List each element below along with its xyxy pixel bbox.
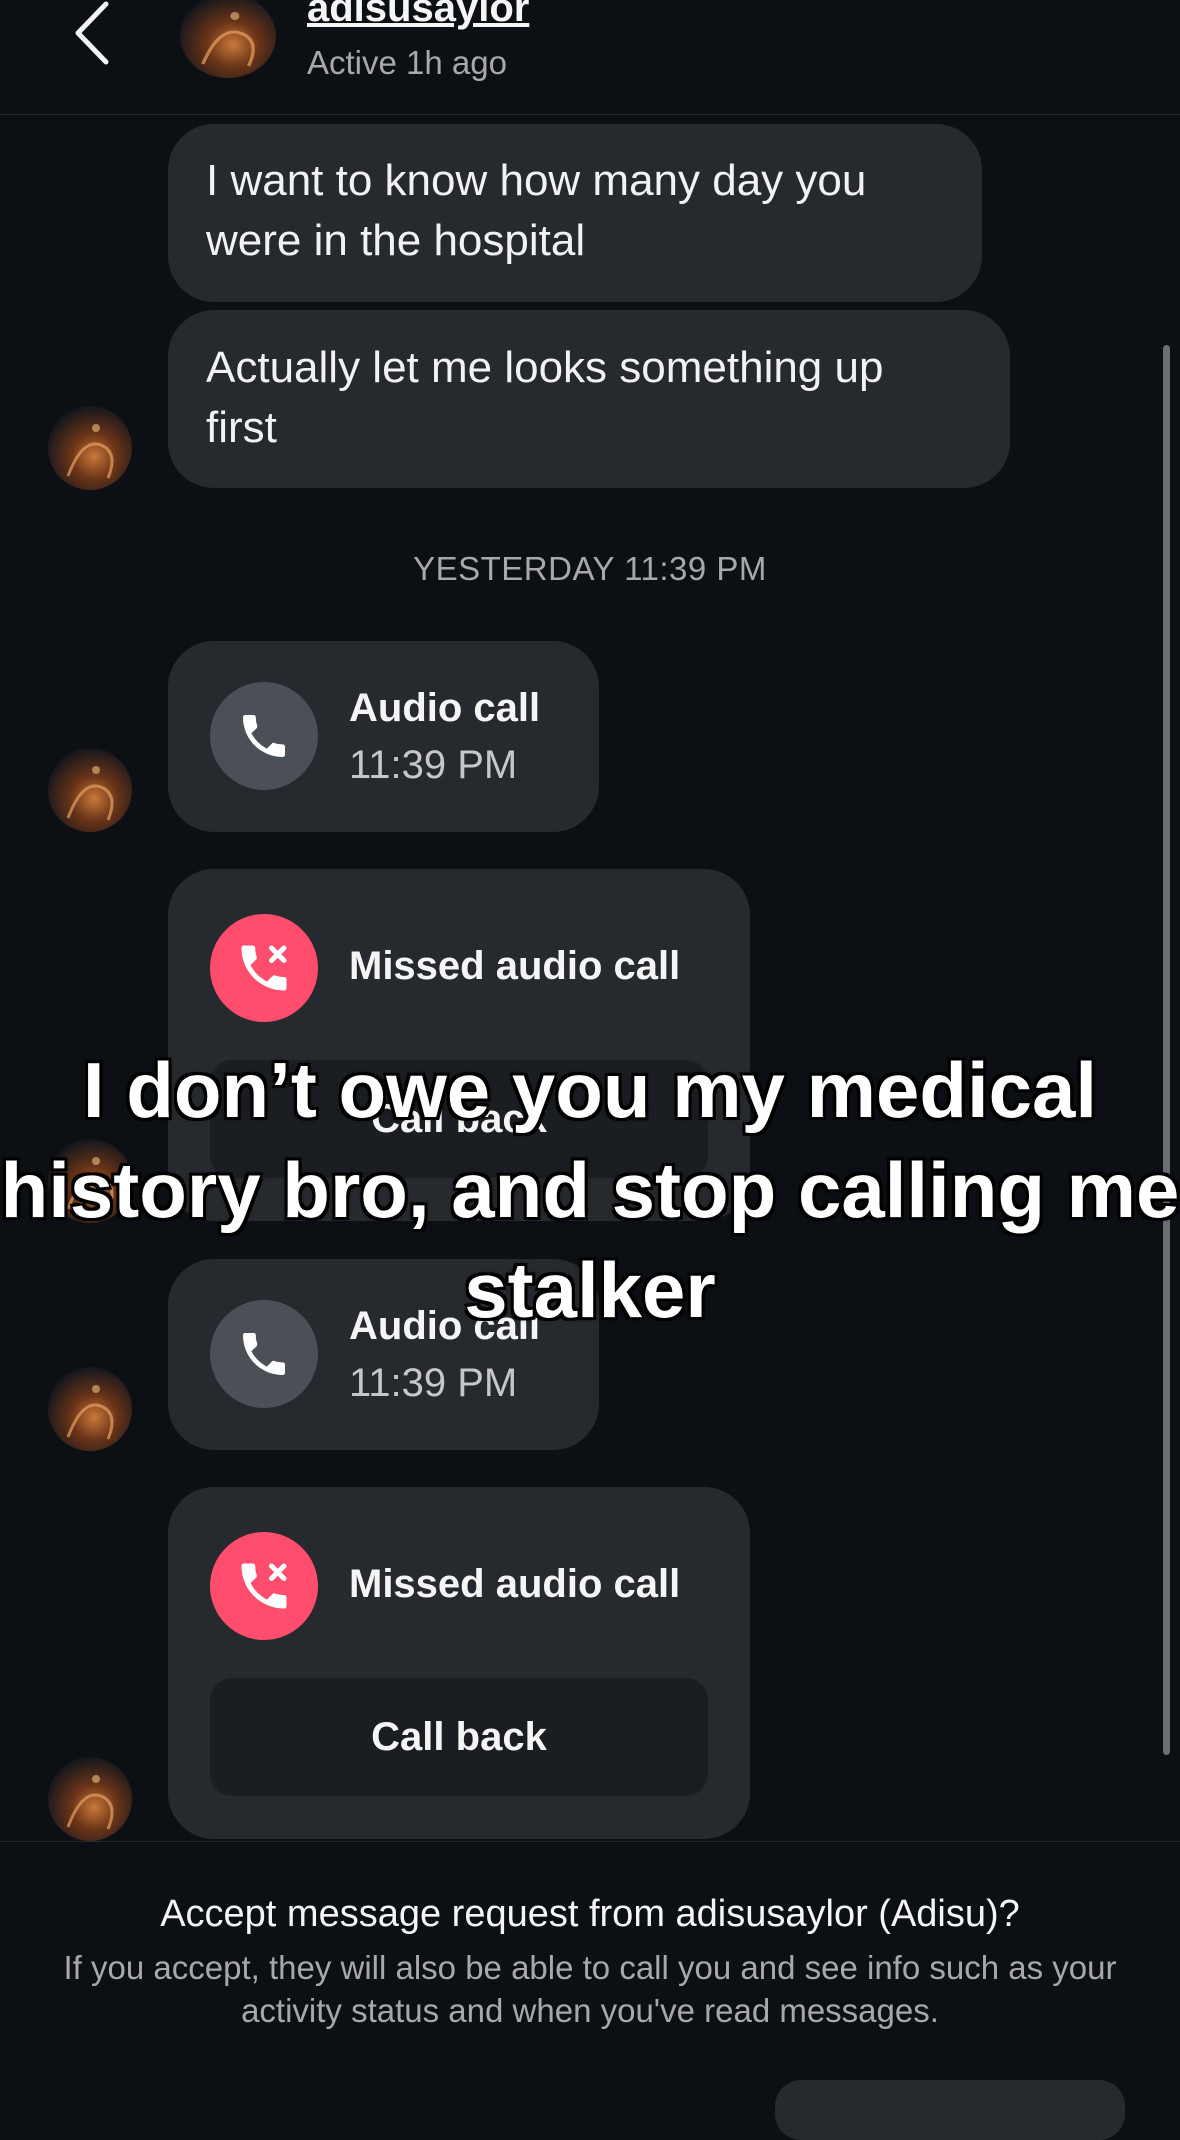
call-time: 11:39 PM — [349, 743, 518, 787]
timestamp-divider: YESTERDAY 11:39 PM — [413, 550, 767, 587]
message-text: Actually let me looks something up first — [206, 343, 884, 452]
accept-button[interactable] — [775, 2080, 1125, 2140]
call-time: 11:39 PM — [349, 1361, 518, 1405]
request-title: Accept message request from adisusaylor … — [160, 1893, 1020, 1935]
request-description: If you accept, they will also be able to… — [63, 1949, 1117, 2029]
call-back-button[interactable]: Call back — [210, 1678, 708, 1796]
chevron-left-icon — [75, 1, 109, 65]
back-button[interactable] — [68, 0, 118, 70]
overlay-caption: I don’t owe you my medical history bro, … — [0, 1046, 1180, 1334]
call-title: Audio call — [349, 686, 541, 730]
sender-avatar[interactable] — [48, 748, 132, 832]
call-title: Missed audio call — [349, 1562, 681, 1606]
sender-avatar[interactable] — [48, 406, 132, 490]
message-bubble[interactable]: Actually let me looks something up first — [168, 310, 1010, 488]
missed-call-icon — [210, 914, 318, 1022]
missed-call-icon — [210, 1532, 318, 1640]
sender-avatar[interactable] — [48, 1757, 132, 1841]
sender-avatar[interactable] — [48, 1367, 132, 1451]
active-status: Active 1h ago — [307, 44, 507, 81]
audio-call-card[interactable]: Audio call 11:39 PM — [168, 641, 599, 832]
call-title: Missed audio call — [349, 944, 681, 988]
message-text: I want to know how many day you were in … — [206, 156, 867, 265]
header-username[interactable]: adisusaylor — [307, 0, 529, 31]
message-bubble[interactable]: I want to know how many day you were in … — [168, 124, 982, 302]
missed-call-card[interactable]: Missed audio call Call back — [168, 1487, 750, 1839]
conversation-header — [0, 0, 1180, 115]
phone-icon — [210, 682, 318, 790]
